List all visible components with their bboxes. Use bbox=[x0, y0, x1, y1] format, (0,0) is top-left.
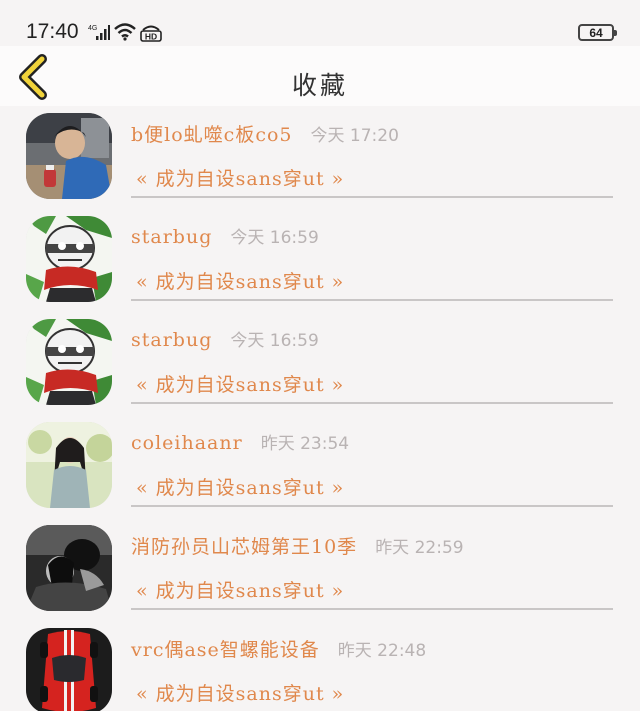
divider bbox=[131, 196, 613, 198]
avatar[interactable] bbox=[26, 319, 112, 405]
list-item[interactable]: coleihaanr 昨天 23:54 « 成为自设sans穿ut » bbox=[0, 415, 640, 518]
status-time: 17:40 bbox=[26, 20, 79, 43]
favorite-title[interactable]: « 成为自设sans穿ut » bbox=[136, 473, 344, 500]
hd-icon: HD bbox=[140, 25, 162, 42]
author-name[interactable]: b便lo虬噬c板co5 bbox=[131, 120, 293, 147]
page-title: 收藏 bbox=[291, 71, 348, 100]
favorites-list: b便lo虬噬c板co5 今天 17:20 « 成为自设sans穿ut » sta… bbox=[0, 106, 640, 711]
wifi-icon bbox=[114, 23, 136, 41]
avatar[interactable] bbox=[26, 216, 112, 302]
list-item[interactable]: starbug 今天 16:59 « 成为自设sans穿ut » bbox=[0, 209, 640, 312]
status-bar: 17:40 4G HD 64 bbox=[0, 0, 640, 46]
favorite-title[interactable]: « 成为自设sans穿ut » bbox=[136, 267, 344, 294]
list-item[interactable]: vrc偶ase智螺能设备 昨天 22:48 « 成为自设sans穿ut » bbox=[0, 621, 640, 711]
list-item[interactable]: b便lo虬噬c板co5 今天 17:20 « 成为自设sans穿ut » bbox=[0, 106, 640, 209]
svg-text:HD: HD bbox=[145, 32, 157, 42]
divider bbox=[131, 608, 613, 610]
page-header: 收藏 bbox=[0, 46, 640, 106]
favorite-title[interactable]: « 成为自设sans穿ut » bbox=[136, 370, 344, 397]
item-time: 昨天 22:48 bbox=[337, 641, 427, 661]
item-time: 今天 16:59 bbox=[230, 228, 319, 248]
author-name[interactable]: vrc偶ase智螺能设备 bbox=[131, 635, 320, 662]
favorite-title[interactable]: « 成为自设sans穿ut » bbox=[136, 164, 344, 191]
item-time: 昨天 23:54 bbox=[260, 434, 350, 454]
signal-icon: 4G bbox=[88, 25, 110, 40]
item-header: starbug 今天 16:59 bbox=[131, 223, 319, 248]
author-name[interactable]: starbug bbox=[131, 226, 212, 248]
avatar[interactable] bbox=[26, 525, 112, 611]
author-name[interactable]: starbug bbox=[131, 329, 212, 351]
item-header: starbug 今天 16:59 bbox=[131, 326, 319, 351]
avatar[interactable] bbox=[26, 422, 112, 508]
item-time: 今天 17:20 bbox=[310, 126, 399, 146]
avatar[interactable] bbox=[26, 628, 112, 711]
item-header: b便lo虬噬c板co5 今天 17:20 bbox=[131, 120, 399, 147]
divider bbox=[131, 505, 613, 507]
avatar[interactable] bbox=[26, 113, 112, 199]
favorite-title[interactable]: « 成为自设sans穿ut » bbox=[136, 576, 344, 603]
favorite-title[interactable]: « 成为自设sans穿ut » bbox=[136, 679, 344, 706]
item-time: 今天 16:59 bbox=[230, 331, 319, 351]
item-time: 昨天 22:59 bbox=[375, 538, 464, 558]
svg-text:4G: 4G bbox=[88, 25, 97, 32]
divider bbox=[131, 299, 613, 301]
list-item[interactable]: 消防孙员山芯姆第王10季 昨天 22:59 « 成为自设sans穿ut » bbox=[0, 518, 640, 621]
battery-icon: 64 bbox=[578, 24, 617, 41]
author-name[interactable]: coleihaanr bbox=[131, 432, 243, 454]
item-header: vrc偶ase智螺能设备 昨天 22:48 bbox=[131, 635, 426, 662]
list-item[interactable]: starbug 今天 16:59 « 成为自设sans穿ut » bbox=[0, 312, 640, 415]
item-header: coleihaanr 昨天 23:54 bbox=[131, 429, 349, 454]
item-header: 消防孙员山芯姆第王10季 昨天 22:59 bbox=[131, 532, 464, 559]
status-icons: 4G HD bbox=[88, 22, 162, 42]
divider bbox=[131, 402, 613, 404]
author-name[interactable]: 消防孙员山芯姆第王10季 bbox=[131, 532, 357, 559]
